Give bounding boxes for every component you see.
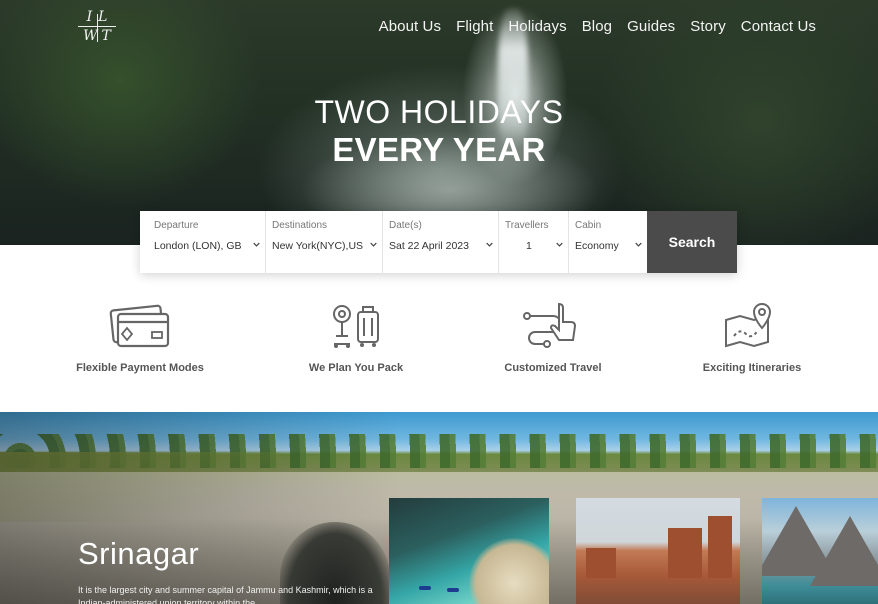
departure-value: London (LON), GB <box>154 240 242 252</box>
nav-story[interactable]: Story <box>690 18 726 35</box>
text-shade <box>0 412 400 604</box>
hero-title-line2: EVERY YEAR <box>332 131 546 168</box>
destination-city: Srinagar <box>78 536 200 571</box>
dates-value: Sat 22 April 2023 <box>389 240 469 252</box>
nav-about-us[interactable]: About Us <box>379 18 442 35</box>
nav-blog[interactable]: Blog <box>582 18 612 35</box>
feature-title: Customized Travel <box>504 362 602 374</box>
luggage-icon <box>333 305 379 348</box>
feature-exciting-itineraries: Exciting Itineraries <box>662 300 842 374</box>
destinations-select[interactable]: Destinations New York(NYC),US <box>266 211 383 273</box>
site-logo[interactable]: IL WT <box>76 10 118 46</box>
destinations-label: Destinations <box>272 220 328 231</box>
logo-vline <box>97 14 98 42</box>
beach-sand <box>469 538 549 604</box>
feature-we-plan: We Plan You Pack <box>266 300 446 374</box>
butte-shape <box>708 516 732 578</box>
credit-card-icon <box>109 304 170 348</box>
butte-shape <box>668 528 702 578</box>
boat-icon <box>419 586 431 590</box>
search-button[interactable]: Search <box>647 211 737 273</box>
feature-flexible-payment: Flexible Payment Modes <box>50 300 230 374</box>
travellers-label: Travellers <box>505 220 549 231</box>
feature-title: Exciting Itineraries <box>702 362 802 374</box>
destination-card-desert[interactable] <box>576 498 740 604</box>
dates-label: Date(s) <box>389 220 422 231</box>
departure-label: Departure <box>154 220 199 231</box>
dates-select[interactable]: Date(s) Sat 22 April 2023 <box>383 211 499 273</box>
chevron-down-icon <box>486 242 493 247</box>
chevron-down-icon <box>635 242 642 247</box>
map-pin-icon <box>725 302 772 348</box>
chevron-down-icon <box>556 242 563 247</box>
departure-select[interactable]: Departure London (LON), GB <box>140 211 266 273</box>
butte-shape <box>586 548 616 578</box>
touch-route-icon <box>523 302 577 348</box>
destination-description: It is the largest city and summer capita… <box>78 585 373 604</box>
hero-title-line1: TWO HOLIDAYS <box>314 94 564 130</box>
cabin-label: Cabin <box>575 220 602 231</box>
feature-customized-travel: Customized Travel <box>463 300 643 374</box>
destination-section: Srinagar It is the largest city and summ… <box>0 412 878 604</box>
features-row: Flexible Payment Modes We Plan You Pack … <box>0 300 878 390</box>
hero-banner: IL WT About Us Flight Holidays Blog Guid… <box>0 0 878 245</box>
flight-search-bar: Departure London (LON), GB Destinations … <box>140 211 737 273</box>
nav-contact-us[interactable]: Contact Us <box>741 18 816 35</box>
destination-card-beach[interactable] <box>389 498 549 604</box>
mountain-peak <box>810 516 878 586</box>
feature-title: Flexible Payment Modes <box>76 362 204 374</box>
nav-guides[interactable]: Guides <box>627 18 675 35</box>
main-nav: About Us Flight Holidays Blog Guides Sto… <box>364 18 816 35</box>
feature-title: We Plan You Pack <box>308 362 404 374</box>
nav-holidays[interactable]: Holidays <box>508 18 566 35</box>
travellers-select[interactable]: Travellers 1 <box>499 211 569 273</box>
cabin-select[interactable]: Cabin Economy <box>569 211 647 273</box>
hero-title: TWO HOLIDAYS EVERY YEAR <box>0 93 878 169</box>
destinations-value: New York(NYC),US <box>272 240 364 252</box>
nav-flight[interactable]: Flight <box>456 18 493 35</box>
chevron-down-icon <box>370 242 377 247</box>
destination-card-lake[interactable] <box>762 498 878 604</box>
boat-icon <box>447 588 459 592</box>
chevron-down-icon <box>253 242 260 247</box>
